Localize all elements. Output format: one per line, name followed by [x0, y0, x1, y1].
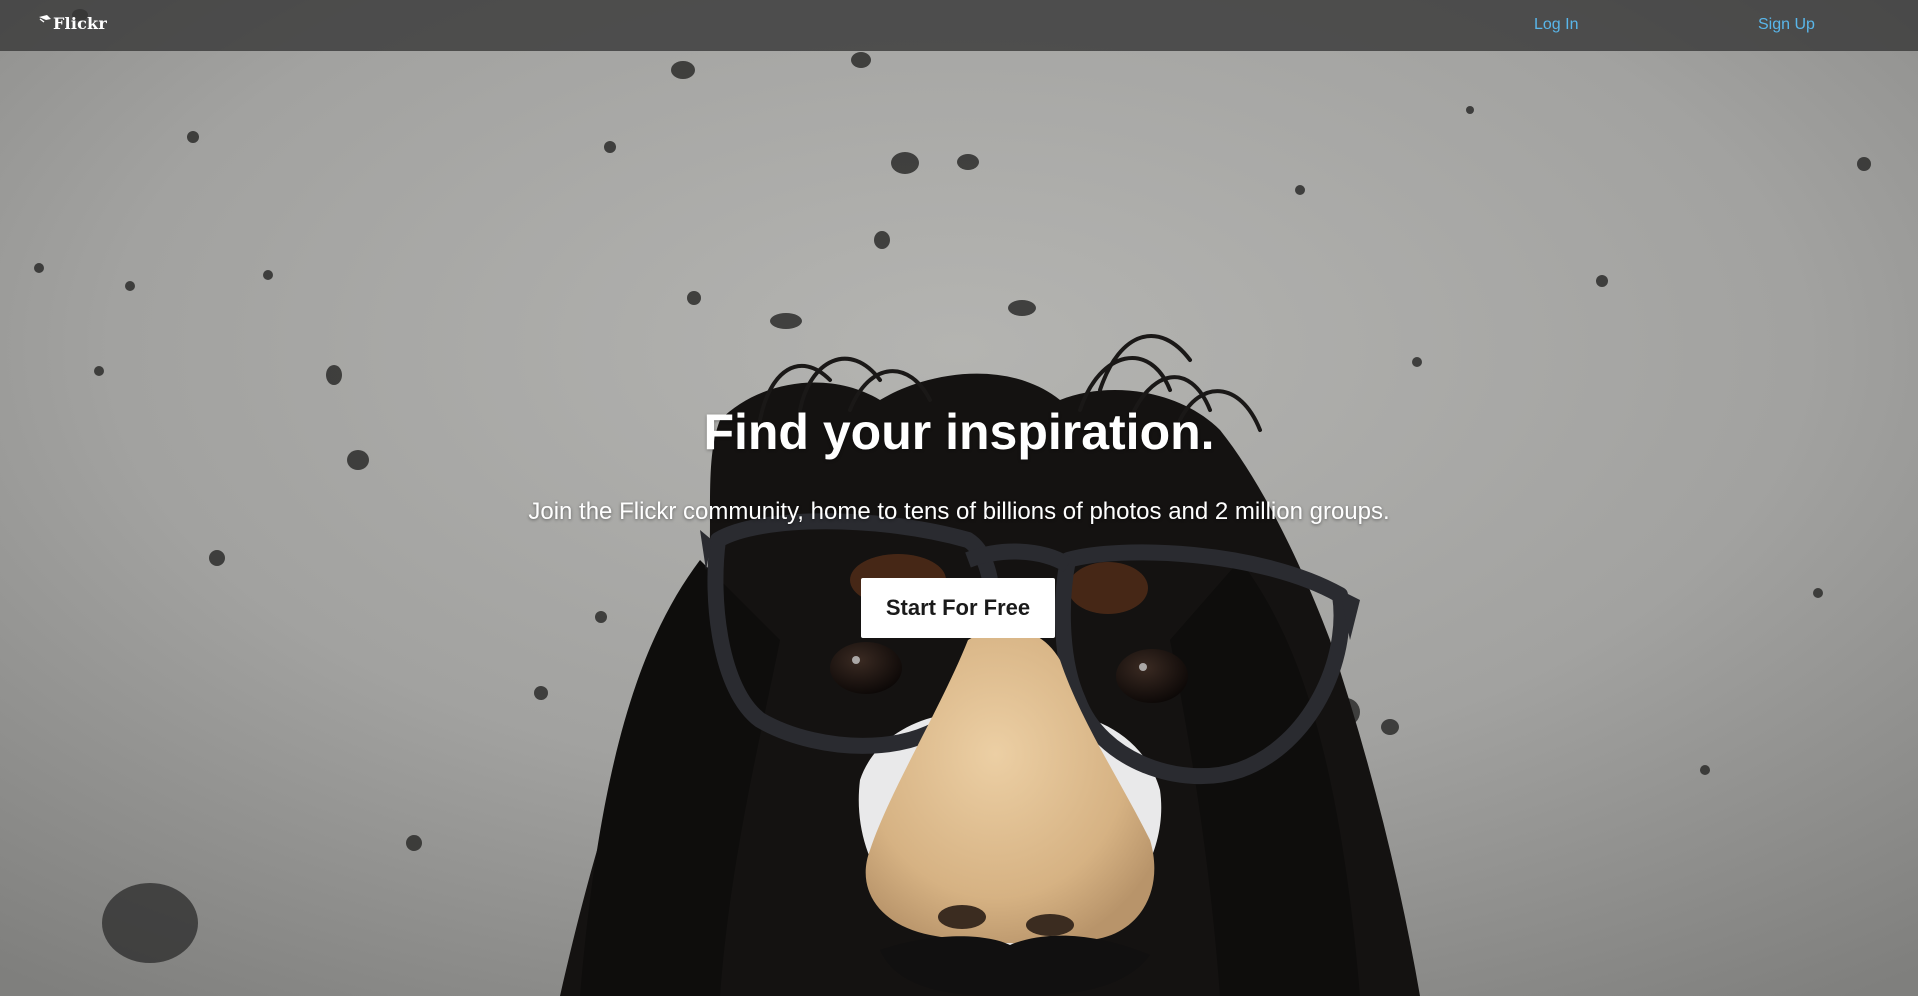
logo-text: Flickr [53, 14, 107, 33]
hero-section: Find your inspiration. Join the Flickr c… [0, 0, 1918, 996]
flickr-landing-page: Flickr Log In Sign Up Find your inspirat… [0, 0, 1918, 996]
login-link[interactable]: Log In [1534, 16, 1578, 34]
hero-title: Find your inspiration. [703, 404, 1215, 460]
hero-subtitle: Join the Flickr community, home to tens … [528, 498, 1390, 525]
start-for-free-button[interactable]: Start For Free [861, 578, 1055, 638]
flickr-logo-link[interactable]: Flickr [38, 14, 107, 33]
flickr-logo-icon [39, 14, 51, 23]
signup-link[interactable]: Sign Up [1758, 16, 1815, 34]
top-navigation-bar: Flickr Log In Sign Up [0, 0, 1918, 51]
